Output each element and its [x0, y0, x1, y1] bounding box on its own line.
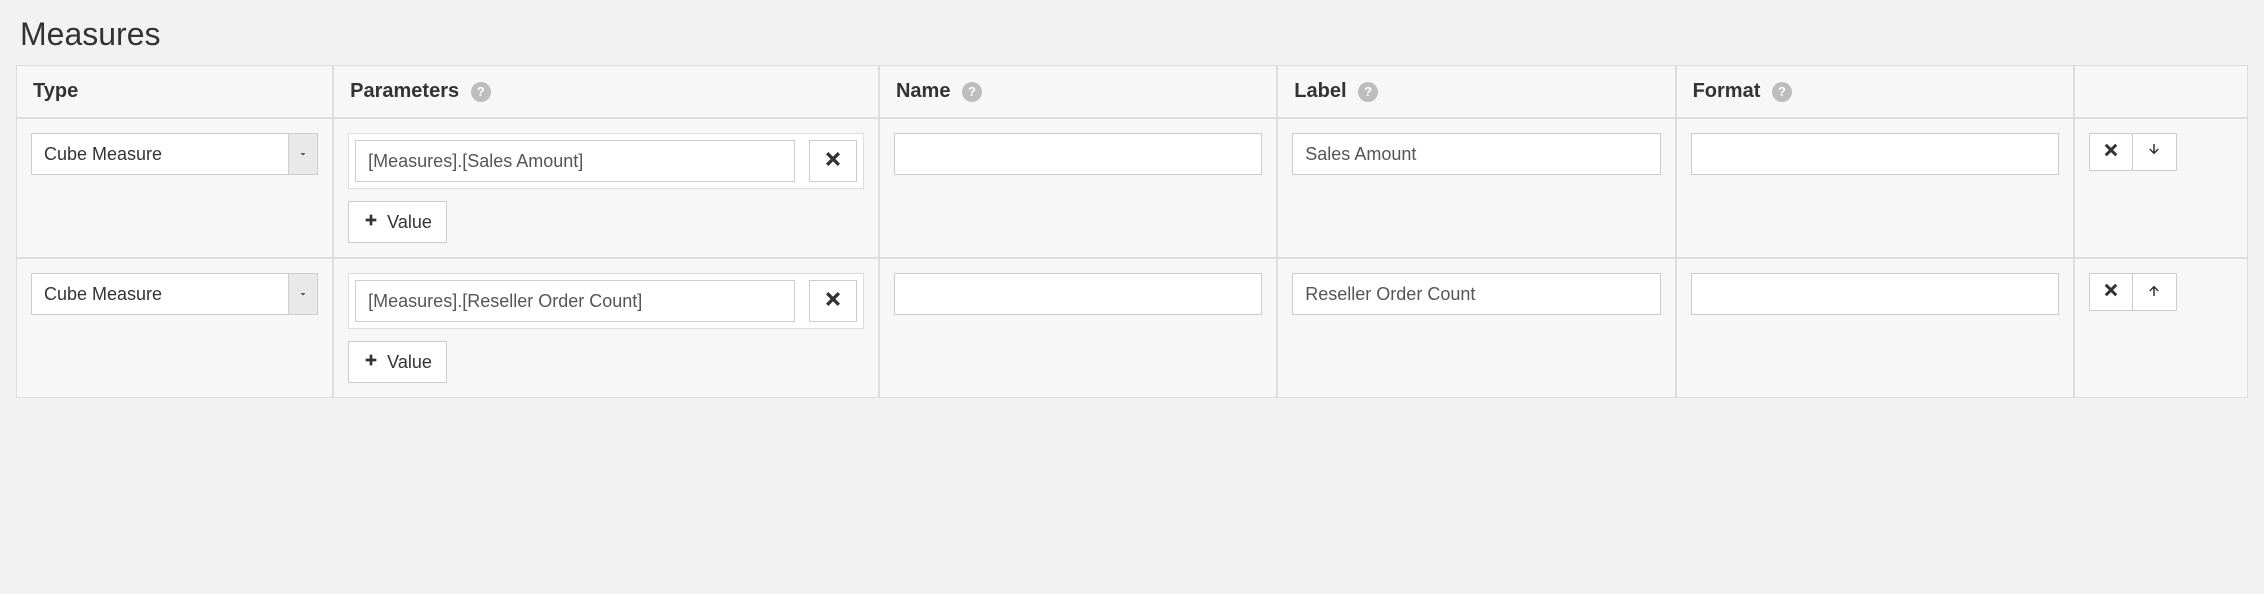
column-header-name-label: Name: [896, 80, 950, 102]
add-value-button[interactable]: Value: [348, 341, 447, 383]
arrow-up-icon: [2145, 281, 2163, 304]
help-icon[interactable]: ?: [1772, 82, 1792, 102]
remove-parameter-button[interactable]: [809, 280, 857, 322]
help-icon[interactable]: ?: [962, 82, 982, 102]
close-icon: [823, 149, 843, 174]
section-title: Measures: [20, 16, 2248, 53]
move-row-button[interactable]: [2133, 273, 2177, 311]
add-value-button[interactable]: Value: [348, 201, 447, 243]
label-input[interactable]: [1292, 133, 1660, 175]
format-input[interactable]: [1691, 273, 2059, 315]
type-select[interactable]: Cube Measure: [31, 133, 318, 175]
close-icon: [823, 289, 843, 314]
parameter-row: [348, 273, 864, 329]
move-row-button[interactable]: [2133, 133, 2177, 171]
column-header-label-label: Label: [1294, 80, 1346, 102]
delete-row-button[interactable]: [2089, 273, 2133, 311]
delete-row-button[interactable]: [2089, 133, 2133, 171]
add-value-label: Value: [387, 352, 432, 373]
chevron-down-icon: [288, 273, 318, 315]
name-input[interactable]: [894, 133, 1262, 175]
table-row: Cube Measure Value: [16, 118, 2248, 258]
type-select-value: Cube Measure: [31, 133, 288, 175]
type-select[interactable]: Cube Measure: [31, 273, 318, 315]
help-icon[interactable]: ?: [1358, 82, 1378, 102]
close-icon: [2102, 281, 2120, 304]
row-actions: [2089, 273, 2233, 311]
label-input[interactable]: [1292, 273, 1660, 315]
column-header-actions: [2074, 65, 2248, 118]
table-row: Cube Measure Value: [16, 258, 2248, 398]
column-header-type: Type: [16, 65, 333, 118]
measures-table: Type Parameters ? Name ? Label ? Format …: [16, 65, 2248, 398]
column-header-format-label: Format: [1693, 80, 1761, 102]
name-input[interactable]: [894, 273, 1262, 315]
help-icon[interactable]: ?: [471, 82, 491, 102]
chevron-down-icon: [288, 133, 318, 175]
type-select-value: Cube Measure: [31, 273, 288, 315]
column-header-parameters-label: Parameters: [350, 80, 459, 102]
column-header-format: Format ?: [1676, 65, 2074, 118]
parameter-input[interactable]: [355, 280, 795, 322]
add-value-label: Value: [387, 212, 432, 233]
plus-icon: [363, 212, 379, 233]
close-icon: [2102, 141, 2120, 164]
parameter-input[interactable]: [355, 140, 795, 182]
column-header-type-label: Type: [33, 80, 78, 102]
plus-icon: [363, 352, 379, 373]
column-header-parameters: Parameters ?: [333, 65, 879, 118]
parameter-row: [348, 133, 864, 189]
column-header-label: Label ?: [1277, 65, 1675, 118]
remove-parameter-button[interactable]: [809, 140, 857, 182]
column-header-name: Name ?: [879, 65, 1277, 118]
arrow-down-icon: [2145, 141, 2163, 164]
format-input[interactable]: [1691, 133, 2059, 175]
row-actions: [2089, 133, 2233, 171]
